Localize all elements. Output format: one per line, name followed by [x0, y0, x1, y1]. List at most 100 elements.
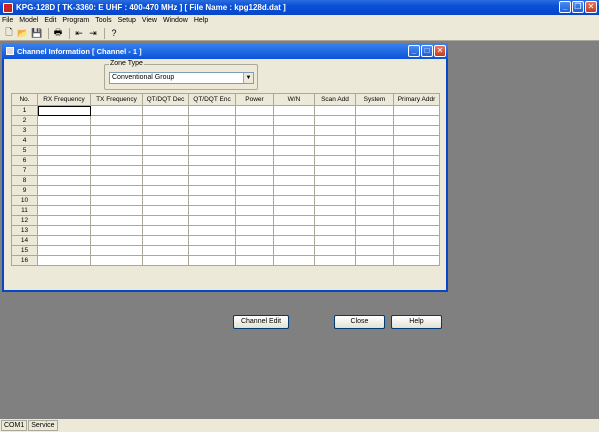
grid-cell[interactable] [142, 125, 189, 136]
grid-cell[interactable] [314, 225, 356, 236]
menu-tools[interactable]: Tools [95, 17, 111, 24]
column-header[interactable]: W/N [273, 93, 315, 106]
menu-model[interactable]: Model [19, 17, 38, 24]
grid-cell[interactable] [393, 205, 440, 216]
grid-cell[interactable] [355, 235, 394, 246]
grid-cell[interactable] [90, 245, 143, 256]
grid-cell[interactable] [273, 135, 315, 146]
grid-cell[interactable] [37, 175, 91, 186]
grid-cell[interactable] [393, 225, 440, 236]
grid-cell[interactable] [235, 195, 274, 206]
grid-cell[interactable] [314, 165, 356, 176]
grid-cell[interactable] [142, 215, 189, 226]
column-header[interactable]: QT/DQT Enc [188, 93, 236, 106]
column-header[interactable]: Scan Add [314, 93, 356, 106]
grid-cell[interactable] [273, 165, 315, 176]
grid-cell[interactable] [235, 185, 274, 196]
grid-cell[interactable] [314, 145, 356, 156]
grid-cell[interactable] [188, 115, 236, 126]
grid-cell[interactable] [188, 215, 236, 226]
grid-cell[interactable] [188, 165, 236, 176]
grid-cell[interactable] [188, 185, 236, 196]
column-header[interactable]: QT/DQT Dec [142, 93, 189, 106]
grid-cell[interactable] [273, 155, 315, 166]
grid-cell[interactable] [235, 175, 274, 186]
grid-cell[interactable] [90, 235, 143, 246]
grid-cell[interactable] [90, 175, 143, 186]
grid-cell[interactable] [142, 255, 189, 266]
grid-cell[interactable] [393, 105, 440, 116]
grid-cell[interactable] [273, 225, 315, 236]
grid-cell[interactable] [90, 115, 143, 126]
grid-cell[interactable] [235, 245, 274, 256]
grid-cell[interactable] [235, 125, 274, 136]
grid-cell[interactable] [314, 105, 356, 116]
grid-cell[interactable] [355, 245, 394, 256]
grid-cell[interactable] [37, 255, 91, 266]
grid-cell[interactable] [235, 155, 274, 166]
grid-cell[interactable] [314, 255, 356, 266]
grid-cell[interactable] [314, 155, 356, 166]
print-icon[interactable]: 🖶 [52, 27, 64, 39]
grid-cell[interactable] [90, 125, 143, 136]
grid-cell[interactable] [37, 145, 91, 156]
grid-cell[interactable] [37, 125, 91, 136]
grid-cell[interactable] [355, 205, 394, 216]
grid-cell[interactable] [90, 225, 143, 236]
grid-cell[interactable] [314, 195, 356, 206]
grid-cell[interactable] [188, 155, 236, 166]
grid-cell[interactable] [188, 235, 236, 246]
grid-cell[interactable] [142, 245, 189, 256]
grid-cell[interactable] [393, 135, 440, 146]
grid-cell[interactable] [355, 135, 394, 146]
grid-cell[interactable] [393, 235, 440, 246]
open-folder-icon[interactable]: 📂 [17, 27, 29, 39]
grid-cell[interactable] [90, 255, 143, 266]
grid-cell[interactable] [142, 165, 189, 176]
close-dialog-button[interactable]: Close [334, 315, 385, 329]
grid-cell[interactable] [314, 135, 356, 146]
grid-cell[interactable] [355, 255, 394, 266]
grid-cell[interactable] [273, 195, 315, 206]
grid-cell[interactable] [37, 215, 91, 226]
grid-cell[interactable] [37, 195, 91, 206]
grid-cell[interactable] [142, 185, 189, 196]
grid-cell[interactable] [235, 135, 274, 146]
grid-cell[interactable] [37, 165, 91, 176]
grid-cell[interactable] [188, 125, 236, 136]
grid-cell[interactable] [188, 195, 236, 206]
read-radio-icon[interactable]: ⇤ [73, 27, 85, 39]
grid-cell[interactable] [37, 185, 91, 196]
grid-cell[interactable] [393, 215, 440, 226]
grid-cell[interactable] [235, 145, 274, 156]
write-radio-icon[interactable]: ⇥ [87, 27, 99, 39]
grid-cell[interactable] [188, 175, 236, 186]
grid-cell[interactable] [235, 105, 274, 116]
grid-cell[interactable] [188, 225, 236, 236]
app-title-bar[interactable]: KPG-128D [ TK-3360: E UHF : 400-470 MHz … [0, 0, 599, 15]
grid-cell[interactable] [273, 175, 315, 186]
grid-cell[interactable] [90, 135, 143, 146]
grid-cell[interactable] [273, 205, 315, 216]
grid-cell[interactable] [235, 205, 274, 216]
grid-cell[interactable] [273, 145, 315, 156]
grid-cell[interactable] [273, 235, 315, 246]
chevron-down-icon[interactable]: ▼ [243, 73, 253, 83]
column-header[interactable]: TX Frequency [90, 93, 143, 106]
grid-cell[interactable] [355, 195, 394, 206]
grid-cell[interactable] [142, 175, 189, 186]
grid-cell[interactable] [90, 195, 143, 206]
grid-cell[interactable] [90, 185, 143, 196]
grid-cell[interactable] [37, 105, 91, 116]
menu-window[interactable]: Window [163, 17, 188, 24]
grid-cell[interactable] [37, 235, 91, 246]
grid-cell[interactable] [90, 165, 143, 176]
grid-cell[interactable] [355, 145, 394, 156]
menu-view[interactable]: View [142, 17, 157, 24]
grid-cell[interactable] [393, 195, 440, 206]
minimize-button[interactable]: _ [559, 1, 571, 13]
grid-cell[interactable] [273, 115, 315, 126]
grid-cell[interactable] [355, 215, 394, 226]
child-close-button[interactable]: ✕ [434, 45, 446, 57]
help-dialog-button[interactable]: Help [391, 315, 442, 329]
